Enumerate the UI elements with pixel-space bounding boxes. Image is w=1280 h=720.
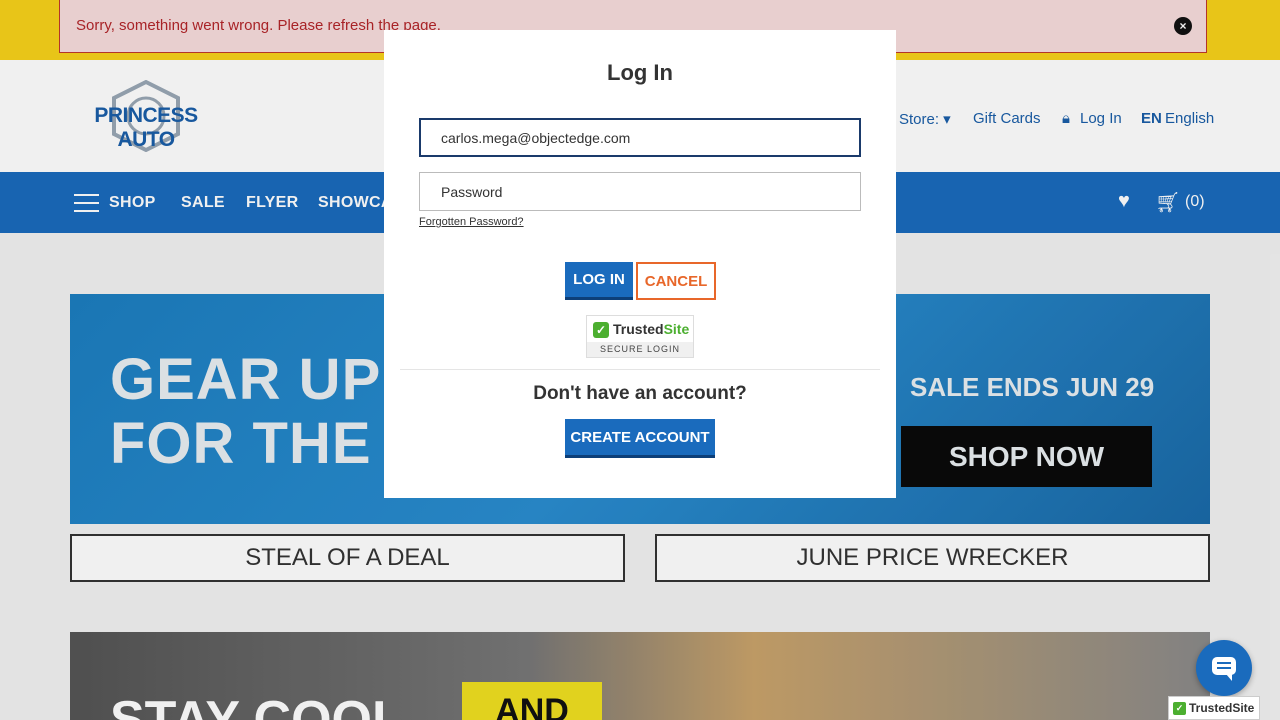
cancel-button[interactable]: CANCEL	[636, 262, 716, 300]
no-account-heading: Don't have an account?	[533, 383, 747, 404]
email-field[interactable]	[419, 118, 861, 157]
chat-icon	[1212, 657, 1236, 681]
check-icon: ✓	[1173, 702, 1186, 715]
forgot-password-link[interactable]: Forgotten Password?	[419, 216, 524, 228]
divider	[400, 369, 880, 370]
login-button[interactable]: LOG IN	[565, 262, 633, 300]
trustedsite-corner-text: TrustedSite	[1189, 701, 1255, 715]
trustedsite-corner-badge[interactable]: ✓ TrustedSite	[1168, 696, 1260, 720]
password-field[interactable]	[419, 172, 861, 211]
check-icon: ✓	[593, 322, 609, 338]
trustedsite-name: TrustedSite	[613, 321, 690, 337]
secure-login-label: SECURE LOGIN	[587, 342, 693, 357]
login-modal: Log In Forgotten Password? LOG IN CANCEL…	[384, 30, 896, 498]
create-account-button[interactable]: CREATE ACCOUNT	[565, 419, 715, 458]
trustedsite-badge[interactable]: ✓ TrustedSite SECURE LOGIN	[586, 315, 694, 358]
chat-button[interactable]	[1196, 640, 1252, 696]
modal-title: Log In	[607, 60, 673, 85]
